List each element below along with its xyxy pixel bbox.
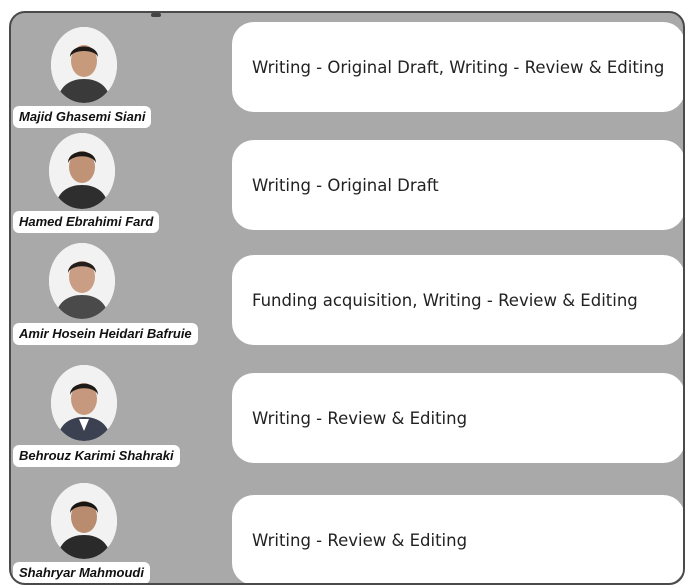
contribution-role: Writing - Original Draft [232, 140, 683, 230]
contributor-name: Hamed Ebrahimi Fard [13, 211, 160, 233]
contributor-photo [49, 133, 115, 209]
contributor-photo [51, 27, 117, 103]
contributor-name: Amir Hosein Heidari Bafruie [13, 323, 198, 345]
person-portrait-icon [51, 483, 117, 559]
contributor-name: Behrouz Karimi Shahraki [13, 445, 180, 467]
person-portrait-icon [49, 243, 115, 319]
contributions-panel: Majid Ghasemi Siani Writing - Original D… [9, 11, 685, 585]
contributor-name: Shahryar Mahmoudi [13, 562, 150, 583]
contribution-role: Writing - Review & Editing [232, 495, 683, 583]
contribution-role: Writing - Original Draft, Writing - Revi… [232, 22, 683, 112]
person-portrait-icon [49, 133, 115, 209]
contributor-photo [51, 365, 117, 441]
contribution-role: Writing - Review & Editing [232, 373, 683, 463]
contributor-photo [51, 483, 117, 559]
contributor-photo [49, 243, 115, 319]
contribution-role: Funding acquisition, Writing - Review & … [232, 255, 683, 345]
person-portrait-icon [51, 27, 117, 103]
top-fragment [151, 13, 161, 17]
person-portrait-icon [51, 365, 117, 441]
contributor-name: Majid Ghasemi Siani [13, 106, 152, 128]
